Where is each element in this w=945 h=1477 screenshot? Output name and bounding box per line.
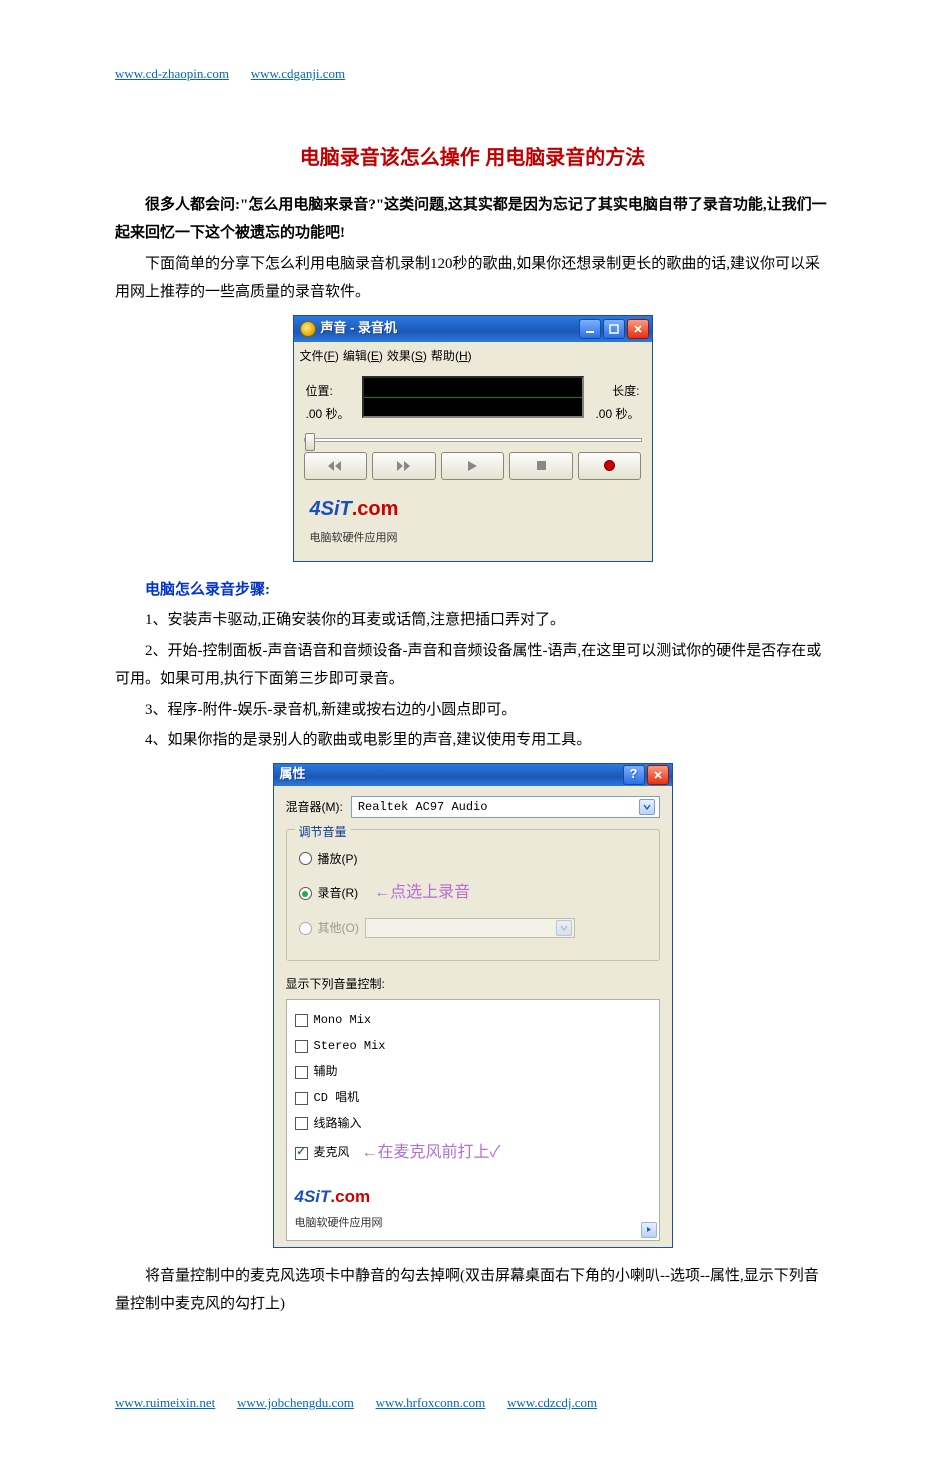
record-button[interactable] <box>578 452 642 480</box>
mixer-value: Realtek AC97 Audio <box>358 796 488 819</box>
checkbox-mono-mix-label: Mono Mix <box>314 1009 372 1032</box>
seek-end-button[interactable] <box>372 452 436 480</box>
checkbox-aux-label: 辅助 <box>314 1061 338 1084</box>
header-link-row: www.cd-zhaopin.com www.cdganji.com <box>115 60 830 89</box>
volume-control-list: Mono Mix Stereo Mix 辅助 CD 唱机 线路输入 <box>286 999 660 1241</box>
checkbox-microphone[interactable]: ✓ <box>295 1147 308 1160</box>
watermark: 4SiT.com 电脑软硬件应用网 <box>295 1177 651 1234</box>
step-3: 3、程序-附件-娱乐-录音机,新建或按右边的小圆点即可。 <box>115 696 830 725</box>
radio-recording-label: 录音(R) <box>318 882 359 905</box>
minimize-button[interactable] <box>579 319 601 339</box>
fieldset-legend: 调节音量 <box>295 821 351 844</box>
closing-paragraph: 将音量控制中的麦克风选项卡中静音的勾去掉啊(双击屏幕桌面右下角的小喇叭--选项-… <box>115 1262 830 1319</box>
seek-start-icon <box>326 460 344 472</box>
radio-other <box>299 922 312 935</box>
menubar: 文件(F) 编辑(E) 效果(S) 帮助(H) <box>294 342 652 371</box>
radio-other-label: 其他(O) <box>318 917 359 940</box>
help-button[interactable]: ? <box>623 765 645 785</box>
steps-heading: 电脑怎么录音步骤: <box>115 576 830 605</box>
length-label: 长度: <box>594 380 640 403</box>
app-icon <box>300 321 316 337</box>
radio-recording[interactable] <box>299 887 312 900</box>
radio-playback[interactable] <box>299 852 312 865</box>
close-button[interactable] <box>627 319 649 339</box>
properties-dialog: 属性 ? 混音器(M): Realtek AC97 Audio 调节音量 <box>273 763 673 1248</box>
intro-bold: 很多人都会问:"怎么用电脑来录音?"这类问题,这其实都是因为忘记了其实电脑自带了… <box>115 191 830 248</box>
footer-link-1[interactable]: www.ruimeixin.net <box>115 1395 215 1410</box>
record-icon <box>604 460 615 471</box>
maximize-button[interactable] <box>603 319 625 339</box>
brand-logo: 4SiT.com <box>310 498 399 520</box>
checkbox-aux[interactable] <box>295 1066 308 1079</box>
titlebar: 声音 - 录音机 <box>294 316 652 342</box>
slider-thumb[interactable] <box>305 433 315 451</box>
waveform-display <box>362 376 584 418</box>
mixer-combobox[interactable]: Realtek AC97 Audio <box>351 796 660 818</box>
intro-paragraph: 下面简单的分享下怎么利用电脑录音机录制120秒的歌曲,如果你还想录制更长的歌曲的… <box>115 250 830 307</box>
step-1: 1、安装声卡驱动,正确安装你的耳麦或话筒,注意把插口弄对了。 <box>115 606 830 635</box>
watermark: 4SiT.com 电脑软硬件应用网 <box>302 488 644 555</box>
footer-link-3[interactable]: www.hrfoxconn.com <box>376 1395 486 1410</box>
checkbox-microphone-label: 麦克风 <box>314 1142 350 1165</box>
checkbox-cd[interactable] <box>295 1092 308 1105</box>
titlebar-text: 声音 - 录音机 <box>321 316 577 341</box>
annotation-microphone: ←在麦克风前打上✓ <box>362 1138 501 1168</box>
mixer-label: 混音器(M): <box>286 796 343 819</box>
checkbox-mono-mix[interactable] <box>295 1014 308 1027</box>
position-panel: 位置: .00 秒。 <box>302 376 356 430</box>
checkbox-stereo-mix-label: Stereo Mix <box>314 1035 386 1058</box>
brand-subtitle: 电脑软硬件应用网 <box>310 528 399 549</box>
length-value: .00 秒。 <box>594 403 640 426</box>
radio-playback-label: 播放(P) <box>318 848 358 871</box>
brand-logo: 4SiT.com <box>295 1187 371 1206</box>
header-link-1[interactable]: www.cd-zhaopin.com <box>115 66 229 81</box>
menu-edit[interactable]: 编辑(E) <box>343 345 383 368</box>
scroll-right-button[interactable] <box>641 1222 657 1238</box>
length-panel: 长度: .00 秒。 <box>590 376 644 430</box>
control-list-label: 显示下列音量控制: <box>286 973 660 996</box>
step-2: 2、开始-控制面板-声音语音和音频设备-声音和音频设备属性-语声,在这里可以测试… <box>115 637 830 694</box>
seek-end-icon <box>395 460 413 472</box>
position-slider[interactable] <box>304 438 642 442</box>
menu-file[interactable]: 文件(F) <box>300 345 339 368</box>
prop-title: 属性 <box>280 762 621 787</box>
adjust-volume-fieldset: 调节音量 播放(P) 录音(R) ←点选上录音 其他(O) <box>286 829 660 961</box>
play-icon <box>466 460 478 472</box>
stop-button[interactable] <box>509 452 573 480</box>
chevron-down-icon <box>556 920 572 936</box>
brand-subtitle: 电脑软硬件应用网 <box>295 1213 383 1234</box>
prop-close-button[interactable] <box>647 765 669 785</box>
other-combobox <box>365 918 575 938</box>
footer-link-4[interactable]: www.cdzcdj.com <box>507 1395 597 1410</box>
step-4: 4、如果你指的是录别人的歌曲或电影里的声音,建议使用专用工具。 <box>115 726 830 755</box>
footer-link-row: www.ruimeixin.net www.jobchengdu.com www… <box>115 1389 830 1418</box>
menu-help[interactable]: 帮助(H) <box>431 345 472 368</box>
checkbox-line-in[interactable] <box>295 1117 308 1130</box>
menu-effects[interactable]: 效果(S) <box>387 345 427 368</box>
stop-icon <box>536 460 547 471</box>
checkbox-stereo-mix[interactable] <box>295 1040 308 1053</box>
seek-start-button[interactable] <box>304 452 368 480</box>
page-title: 电脑录音该怎么操作 用电脑录音的方法 <box>115 139 830 177</box>
sound-recorder-window: 声音 - 录音机 文件(F) 编辑(E) 效果(S) 帮助(H) 位置: .00… <box>293 315 653 562</box>
footer-link-2[interactable]: www.jobchengdu.com <box>237 1395 354 1410</box>
header-link-2[interactable]: www.cdganji.com <box>251 66 345 81</box>
position-value: .00 秒。 <box>306 403 352 426</box>
checkbox-line-in-label: 线路输入 <box>314 1113 362 1136</box>
annotation-record: ←点选上录音 <box>374 878 470 908</box>
play-button[interactable] <box>441 452 505 480</box>
prop-titlebar: 属性 ? <box>274 764 672 786</box>
position-label: 位置: <box>306 380 352 403</box>
chevron-down-icon <box>639 799 655 815</box>
checkbox-cd-label: CD 唱机 <box>314 1087 360 1110</box>
